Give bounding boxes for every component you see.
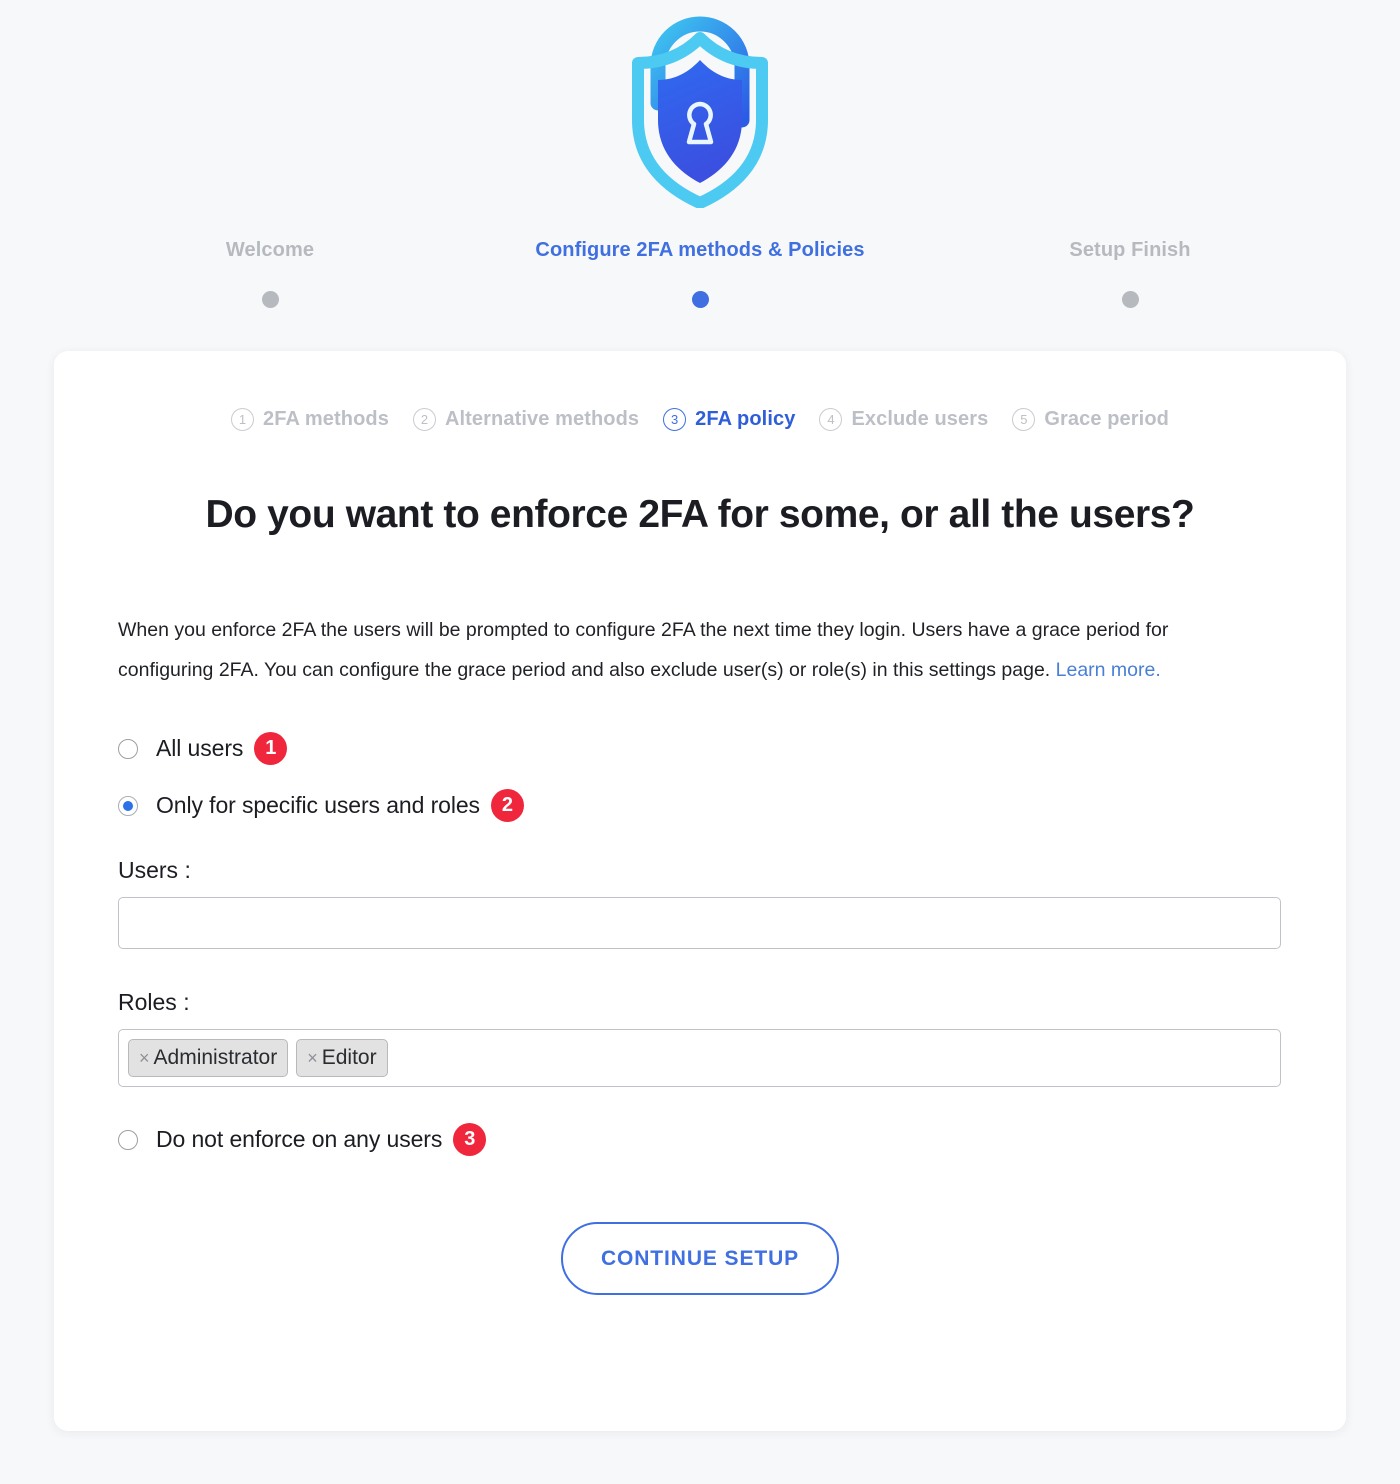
option-label: All users [156,735,244,761]
tab-alternative-methods[interactable]: 2 Alternative methods [401,408,651,431]
roles-field-label: Roles : [118,989,190,1015]
role-chip-editor[interactable]: × Editor [296,1039,388,1077]
annotation-badge-2: 2 [490,789,524,822]
app-logo [0,0,1400,208]
wizard-step-label: Setup Finish [1069,239,1191,261]
roles-input[interactable]: × Administrator × Editor [118,1029,1281,1087]
option-label: Do not enforce on any users [156,1126,443,1152]
description-body: When you enforce 2FA the users will be p… [118,619,1169,681]
tab-number: 3 [663,408,687,431]
shield-lock-icon [632,16,768,208]
tab-label: Grace period [1044,408,1169,430]
wizard-step-label: Configure 2FA methods & Policies [535,239,865,261]
roles-field-group: Roles : × Administrator × Editor [118,989,1282,1087]
tab-2fa-policy[interactable]: 3 2FA policy [651,408,807,431]
radio-all-users[interactable] [118,738,138,759]
button-row: CONTINUE SETUP [118,1222,1282,1295]
continue-setup-button[interactable]: CONTINUE SETUP [560,1222,840,1295]
option-all-users[interactable]: All users 1 [118,732,1282,765]
remove-icon[interactable]: × [307,1049,318,1067]
tab-label: Alternative methods [444,408,640,430]
role-chip-label: Administrator [153,1046,278,1069]
page-title: Do you want to enforce 2FA for some, or … [205,493,1195,536]
wizard-step-dot [261,291,279,308]
tab-label: 2FA methods [263,408,389,430]
remove-icon[interactable]: × [139,1049,150,1067]
tab-number: 4 [819,408,843,431]
wizard-step-label: Welcome [225,239,315,261]
substep-tabs: 1 2FA methods 2 Alternative methods 3 2F… [54,351,1346,431]
tab-number: 2 [412,408,436,431]
settings-card: 1 2FA methods 2 Alternative methods 3 2F… [54,351,1346,1431]
tab-exclude-users[interactable]: 4 Exclude users [807,408,1000,431]
wizard-step-dot [691,291,709,308]
wizard-step-configure[interactable]: Configure 2FA methods & Policies [485,238,915,308]
wizard-step-finish[interactable]: Setup Finish [915,238,1345,308]
radio-specific-users-roles[interactable] [118,795,138,816]
annotation-badge-3: 3 [453,1123,487,1156]
tab-grace-period[interactable]: 5 Grace period [1000,408,1181,431]
option-label: Only for specific users and roles [156,792,480,818]
wizard-step-welcome[interactable]: Welcome [55,238,485,308]
option-do-not-enforce[interactable]: Do not enforce on any users 3 [118,1123,1282,1156]
option-specific-users-roles[interactable]: Only for specific users and roles 2 [118,789,1282,822]
tab-number: 1 [231,408,255,431]
tab-label: 2FA policy [695,408,796,430]
wizard-step-dot [1121,291,1139,308]
role-chip-label: Editor [321,1046,377,1069]
wizard-steps: Welcome Configure 2FA methods & Policies… [55,238,1345,308]
users-field-label: Users : [118,857,191,883]
description-text: When you enforce 2FA the users will be p… [118,610,1250,690]
users-input[interactable] [118,897,1281,949]
radio-do-not-enforce[interactable] [118,1129,138,1150]
tab-label: Exclude users [851,408,989,430]
learn-more-link[interactable]: Learn more. [1056,659,1161,681]
role-chip-administrator[interactable]: × Administrator [128,1039,289,1077]
tab-2fa-methods[interactable]: 1 2FA methods [219,408,401,431]
annotation-badge-1: 1 [254,732,288,765]
tab-number: 5 [1012,408,1036,431]
users-field-group: Users : [118,857,1282,949]
